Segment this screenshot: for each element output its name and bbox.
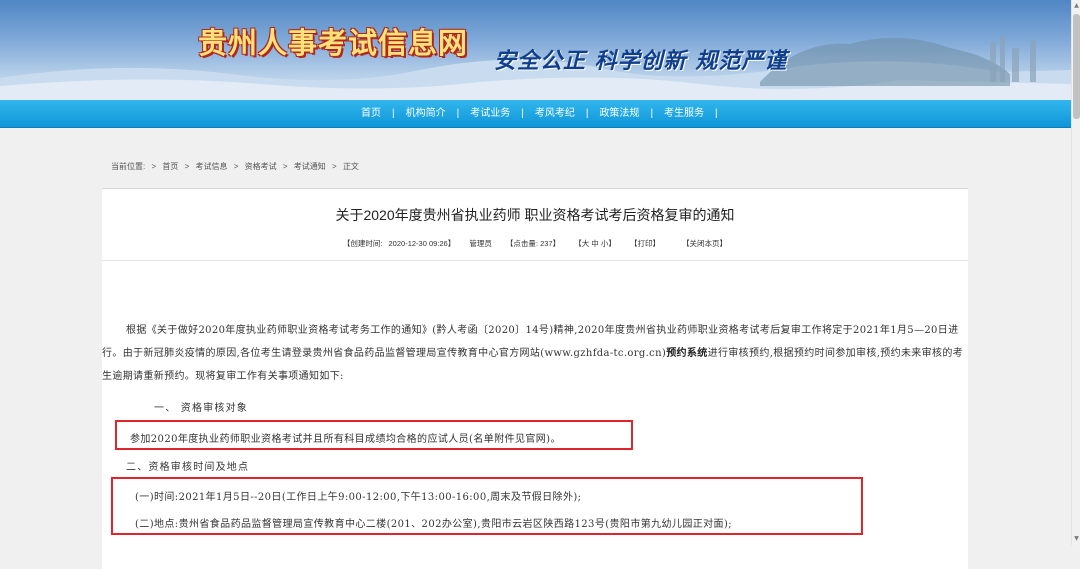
highlight-box-eligibility: 参加2020年度执业药师职业资格考试并且所有科目成绩均合格的应试人员(名单附件见… (115, 420, 633, 450)
section2-heading: 二、资格审核时间及地点 (126, 462, 250, 473)
article-meta: 【创建时间: 2020-12-30 09:26】 管理员 【点击量: 237】 【… (102, 238, 968, 249)
main-nav: 首页 | 机构简介 | 考试业务 | 考风考纪 | 政策法规 | 考生服务 | (0, 100, 1071, 128)
breadcrumb-qualification-exam[interactable]: 资格考试 (245, 162, 277, 171)
meta-author: 管理员 (469, 239, 492, 248)
breadcrumb-separator: > (184, 162, 190, 171)
breadcrumb-separator: > (233, 162, 239, 171)
nav-list: 首页 | 机构简介 | 考试业务 | 考风考纪 | 政策法规 | 考生服务 | (350, 100, 718, 127)
section1-text: 参加2020年度执业药师职业资格考试并且所有科目成绩均合格的应试人员(名单附件见… (130, 434, 561, 445)
meta-created-label: 【创建时间: (342, 239, 383, 248)
intro-paragraph: 根据《关于做好2020年度执业药师职业资格考试考务工作的通知》(黔人考函〔202… (102, 319, 968, 388)
header-banner: 贵州人事考试信息网 安全公正 科学创新 规范严谨 (0, 0, 1071, 100)
font-size-toggle[interactable]: 【大 中 小】 (574, 239, 616, 248)
breadcrumb: 当前位置: > 首页 > 考试信息 > 资格考试 > 考试通知 > 正文 (111, 161, 363, 172)
scroll-down-icon[interactable]: ▼ (1073, 535, 1080, 543)
breadcrumb-exam-notice[interactable]: 考试通知 (294, 162, 326, 171)
article-panel: 关于2020年度贵州省执业药师 职业资格考试考后资格复审的通知 【创建时间: 20… (102, 188, 968, 569)
section2-time: (一)时间:2021年1月5日--20日(工作日上午9:00-12:00,下午1… (135, 492, 582, 503)
breadcrumb-home[interactable]: 首页 (162, 162, 178, 171)
nav-item-home[interactable]: 首页 (350, 100, 392, 127)
nav-item-policy[interactable]: 政策法规 (588, 100, 650, 127)
section2-place: (二)地点:贵州省食品药品监督管理局宣传教育中心二楼(201、202办公室),贵… (135, 519, 732, 530)
breadcrumb-current: 正文 (342, 162, 359, 171)
scroll-thumb[interactable] (1073, 14, 1080, 119)
reservation-system-text: 预约系统 (666, 348, 708, 359)
nav-item-exam-business[interactable]: 考试业务 (459, 100, 521, 127)
breadcrumb-separator: > (282, 162, 288, 171)
nav-separator: | (715, 108, 718, 119)
page-scrollbar[interactable]: ▲ ▼ (1071, 0, 1080, 545)
breadcrumb-prefix: 当前位置: (111, 162, 146, 171)
nav-item-about[interactable]: 机构简介 (395, 100, 457, 127)
meta-created: 【创建时间: 2020-12-30 09:26】 (343, 239, 455, 248)
print-link[interactable]: 【打印】 (630, 239, 660, 248)
section1-heading: 一、 资格审核对象 (154, 403, 248, 414)
breadcrumb-separator: > (332, 162, 337, 171)
breadcrumb-separator: > (151, 162, 157, 171)
meta-divider (102, 260, 968, 261)
article-title: 关于2020年度贵州省执业药师 职业资格考试考后资格复审的通知 (335, 207, 735, 223)
meta-views: 【点击量: 237】 (505, 239, 561, 248)
site-slogan: 安全公正 科学创新 规范严谨 (494, 48, 788, 74)
scroll-up-icon[interactable]: ▲ (1073, 2, 1080, 10)
meta-created-value: 2020-12-30 09:26】 (388, 239, 456, 248)
breadcrumb-exam-info[interactable]: 考试信息 (196, 162, 228, 171)
nav-item-exam-discipline[interactable]: 考风考纪 (524, 100, 586, 127)
site-title: 贵州人事考试信息网 (198, 26, 469, 60)
highlight-box-time-place: (一)时间:2021年1月5日--20日(工作日上午9:00-12:00,下午1… (111, 477, 863, 535)
nav-item-candidate-service[interactable]: 考生服务 (653, 100, 715, 127)
close-page-link[interactable]: 【关闭本页】 (682, 239, 727, 248)
